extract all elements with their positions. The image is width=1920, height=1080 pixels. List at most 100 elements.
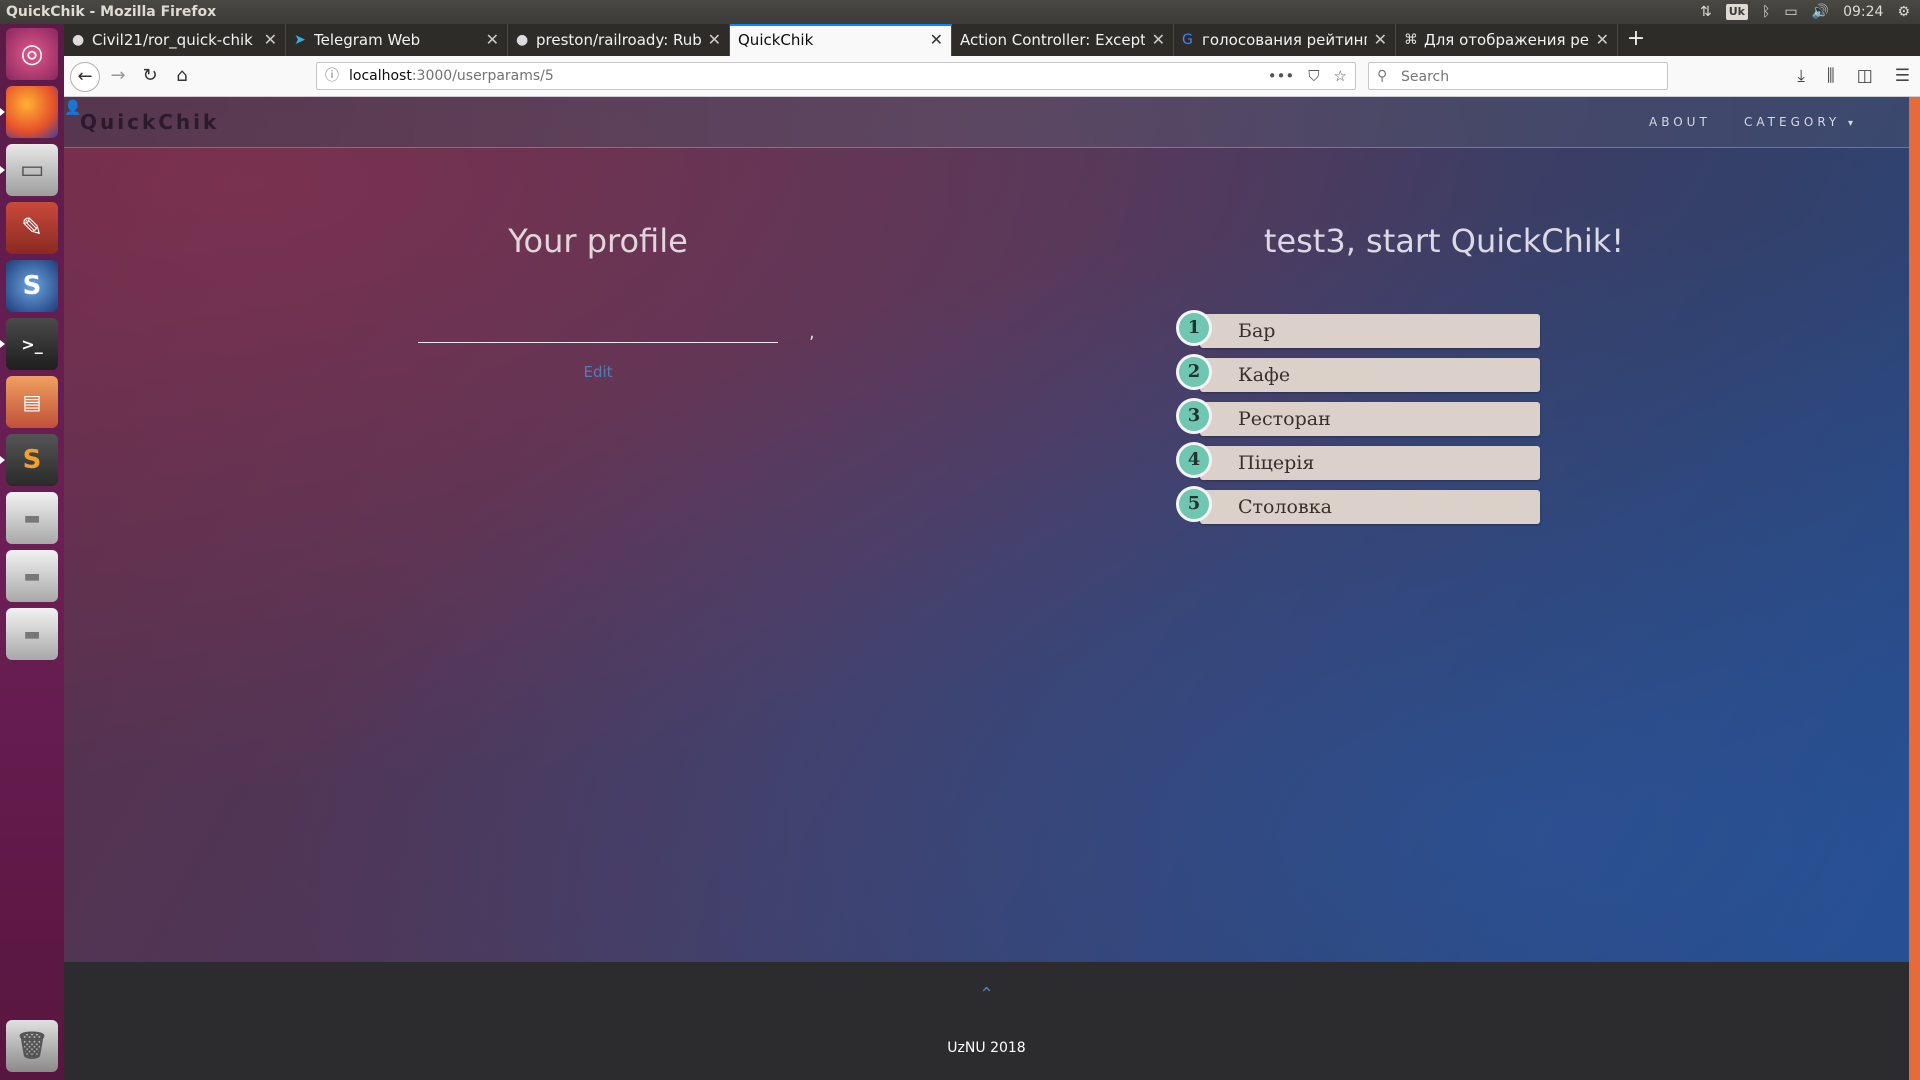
sublime-text-icon[interactable]: S <box>0 434 58 486</box>
home-button[interactable]: ⌂ <box>168 62 196 90</box>
category-item[interactable]: Бар 1 <box>1176 309 1541 353</box>
category-label: Піцерія <box>1238 452 1315 474</box>
keyboard-layout-indicator[interactable]: Uk <box>1725 4 1748 20</box>
browser-tab[interactable]: ● Civil21/ror_quick-chik ✕ <box>64 24 286 56</box>
url-bar[interactable]: ⓘ localhost:3000/userparams/5 ••• ⛉ ☆ <box>316 62 1356 90</box>
site-nav: QuickChik ABOUT CATEGORY ▾ 👤 <box>64 97 1909 148</box>
reload-button[interactable]: ↻ <box>136 62 164 90</box>
bookmark-star-icon[interactable]: ☆ <box>1334 63 1347 89</box>
url-text[interactable]: localhost:3000/userparams/5 <box>349 63 554 89</box>
profile-divider <box>418 342 778 343</box>
category-item[interactable]: Столовка 5 <box>1176 485 1541 529</box>
os-top-panel: QuickChik - Mozilla Firefox ⇅ Uk ᛒ ▭ 🔊 0… <box>0 0 1920 24</box>
firefox-icon[interactable] <box>0 86 58 138</box>
category-item[interactable]: Кафе 2 <box>1176 353 1541 397</box>
bluetooth-icon[interactable]: ᛒ <box>1762 0 1770 24</box>
tab-label: QuickChik <box>738 31 814 49</box>
close-icon[interactable]: ✕ <box>486 24 499 56</box>
close-icon[interactable]: ✕ <box>264 24 277 56</box>
category-label: Столовка <box>1238 496 1332 518</box>
profile-name-separator: , <box>809 322 815 343</box>
volume-icon[interactable]: 🔊 <box>1812 0 1829 24</box>
category-number-badge: 2 <box>1176 354 1212 390</box>
browser-tab-active[interactable]: QuickChik ✕ <box>730 24 952 56</box>
tab-label: Telegram Web <box>314 31 421 49</box>
browser-tab[interactable]: ➤ Telegram Web ✕ <box>286 24 508 56</box>
pocket-icon[interactable]: ⛉ <box>1308 63 1319 89</box>
close-icon[interactable]: ✕ <box>708 24 721 56</box>
close-icon[interactable]: ✕ <box>1152 24 1165 56</box>
download-icon[interactable]: ⤓ <box>1797 56 1805 96</box>
site-brand[interactable]: QuickChik <box>80 110 219 134</box>
drive-icon[interactable]: ▬ <box>6 492 58 544</box>
google-icon: G <box>1182 32 1193 48</box>
browser-tab[interactable]: ● preston/railroady: Ruby ✕ <box>508 24 730 56</box>
tab-label: Для отображения рейт <box>1424 31 1589 49</box>
user-icon[interactable]: 👤 <box>64 100 81 116</box>
battery-icon[interactable]: ▭ <box>1784 0 1797 24</box>
tab-label: preston/railroady: Ruby <box>536 31 701 49</box>
library-icon[interactable]: ⫼ <box>1827 56 1835 96</box>
gear-icon[interactable]: ⚙ <box>1897 0 1910 24</box>
category-item[interactable]: Ресторан 3 <box>1176 397 1541 441</box>
close-icon[interactable]: ✕ <box>1596 24 1609 56</box>
category-number-badge: 5 <box>1176 486 1212 522</box>
browser-tab[interactable]: G голосования рейтинг с ✕ <box>1174 24 1396 56</box>
tab-label: голосования рейтинг с <box>1202 31 1367 49</box>
site-footer: ⌃ UzNU 2018 <box>64 962 1909 1080</box>
tab-label: Action Controller: Exceptio <box>960 31 1145 49</box>
page-actions-icon[interactable]: ••• <box>1268 63 1295 89</box>
telegram-icon: ➤ <box>294 32 306 48</box>
category-number-badge: 3 <box>1176 398 1212 434</box>
drive-icon[interactable]: ▬ <box>6 608 58 660</box>
close-icon[interactable]: ✕ <box>1374 24 1387 56</box>
back-button[interactable]: ← <box>70 62 100 92</box>
system-tray: ⇅ Uk ᛒ ▭ 🔊 09:24 ⚙ <box>1700 0 1910 24</box>
category-label: Кафе <box>1238 364 1291 386</box>
network-icon[interactable]: ⇅ <box>1700 0 1712 24</box>
page-scrollbar[interactable] <box>1909 97 1920 1080</box>
search-icon: ⚲ <box>1377 68 1388 84</box>
browser-tab[interactable]: ⌘ Для отображения рейт ✕ <box>1396 24 1618 56</box>
github-icon: ● <box>516 32 529 48</box>
files-icon[interactable]: ▭ <box>0 144 58 196</box>
hero-section: QuickChik ABOUT CATEGORY ▾ 👤 Your profil… <box>64 97 1909 962</box>
browser-nav-bar: ← → ↻ ⌂ ⓘ localhost:3000/userparams/5 ••… <box>64 56 1920 97</box>
forward-button[interactable]: → <box>104 62 132 90</box>
category-label: Бар <box>1238 320 1276 342</box>
category-label: Ресторан <box>1238 408 1331 430</box>
ubuntu-dash-icon[interactable]: ◎ <box>6 28 58 80</box>
close-icon[interactable]: ✕ <box>930 26 943 54</box>
category-list: Бар 1 Кафе 2 Ресторан 3 Піцерія 4 Столов… <box>1176 309 1541 529</box>
scroll-top-icon[interactable]: ⌃ <box>64 984 1909 1005</box>
app-swirl-icon[interactable]: S <box>6 260 58 312</box>
clock[interactable]: 09:24 <box>1843 0 1883 24</box>
category-item[interactable]: Піцерія 4 <box>1176 441 1541 485</box>
window-title: QuickChik - Mozilla Firefox <box>6 4 217 20</box>
info-icon[interactable]: ⓘ <box>325 63 339 89</box>
url-path: :3000/userparams/5 <box>411 68 554 84</box>
unity-launcher: ◎ ▭ ✎ S >_ ▤ S ▬ ▬ ▬ 🗑 <box>0 24 65 1080</box>
system-settings-icon[interactable]: ✎ <box>6 202 58 254</box>
web-page: QuickChik ABOUT CATEGORY ▾ 👤 Your profil… <box>64 97 1909 1080</box>
search-bar[interactable]: ⚲ <box>1368 62 1668 90</box>
nav-about-link[interactable]: ABOUT <box>1649 115 1711 129</box>
nav-category-dropdown[interactable]: CATEGORY ▾ <box>1744 115 1853 129</box>
menu-icon[interactable]: ☰ <box>1895 56 1910 96</box>
drive-icon[interactable]: ▬ <box>6 550 58 602</box>
new-tab-button[interactable]: + <box>1618 24 1654 56</box>
sidebar-icon[interactable]: ◫ <box>1857 56 1873 96</box>
url-host: localhost <box>349 68 412 84</box>
command-icon: ⌘ <box>1404 32 1418 48</box>
edit-profile-link[interactable]: Edit <box>64 363 1132 381</box>
category-number-badge: 4 <box>1176 442 1212 478</box>
footer-text: UzNU 2018 <box>947 1040 1026 1056</box>
terminal-icon[interactable]: >_ <box>0 318 58 370</box>
category-number-badge: 1 <box>1176 310 1212 346</box>
github-icon: ● <box>72 32 85 48</box>
browser-tab[interactable]: Action Controller: Exceptio ✕ <box>952 24 1174 56</box>
trash-icon[interactable]: 🗑 <box>6 1020 58 1072</box>
nav-category-label: CATEGORY <box>1744 115 1841 129</box>
impress-icon[interactable]: ▤ <box>6 376 58 428</box>
search-input[interactable] <box>1399 65 1653 89</box>
